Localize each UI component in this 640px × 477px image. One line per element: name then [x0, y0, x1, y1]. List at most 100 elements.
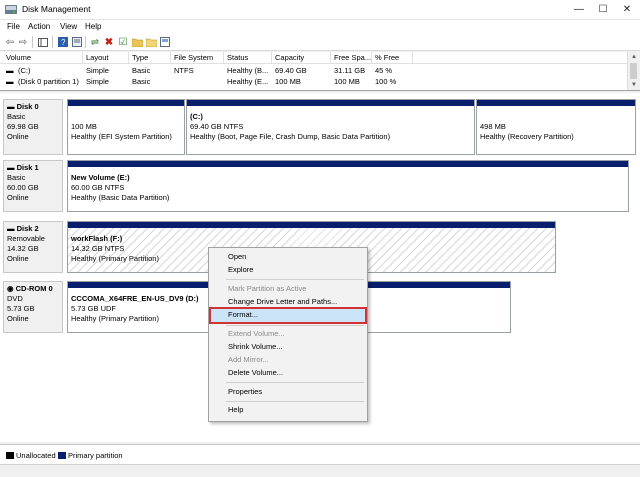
- partition-recovery[interactable]: 498 MB Healthy (Recovery Partition): [476, 99, 636, 155]
- partition-c[interactable]: (C:) 69.40 GB NTFS Healthy (Boot, Page F…: [186, 99, 475, 155]
- type-cell: Basic: [132, 77, 151, 86]
- volume-row[interactable]: ▬ (C:) Simple Basic NTFS Healthy (B... 6…: [0, 65, 628, 76]
- console-tree-icon[interactable]: [37, 36, 49, 48]
- check-icon[interactable]: ☑: [117, 36, 129, 48]
- partition-e[interactable]: New Volume (E:) 60.00 GB NTFS Healthy (B…: [67, 160, 629, 212]
- disk-1-label[interactable]: ▬ Disk 1 Basic 60.00 GB Online: [3, 160, 63, 212]
- menu-view[interactable]: View: [60, 22, 77, 31]
- show-icon[interactable]: [159, 36, 171, 48]
- menu-item-change-drive-letter[interactable]: Change Drive Letter and Paths...: [209, 296, 367, 308]
- disk-kind: Basic: [7, 173, 26, 182]
- percent-free-cell: 45 %: [375, 66, 393, 75]
- partition-efi[interactable]: 100 MB Healthy (EFI System Partition): [67, 99, 185, 155]
- column-header-type[interactable]: Type: [132, 53, 148, 62]
- menu-item-shrink-volume[interactable]: Shrink Volume...: [209, 341, 367, 353]
- file-system-cell: NTFS: [174, 66, 194, 75]
- volume-list: Volume Layout Type File System Status Ca…: [0, 52, 640, 91]
- menu-action[interactable]: Action: [28, 22, 50, 31]
- disk-state: Online: [7, 314, 29, 323]
- legend-primary-partition: Primary partition: [68, 451, 123, 460]
- toolbar: ⇦ ⇨ ? ⇌ ✖ ☑: [0, 34, 640, 51]
- menu-bar: File Action View Help: [0, 20, 640, 34]
- disk-size: 14.32 GB: [7, 244, 39, 253]
- disk-size: 60.00 GB: [7, 183, 39, 192]
- partition-info: CCCOMA_X64FRE_EN-US_DV9 (D:) 5.73 GB UDF…: [71, 294, 199, 324]
- toolbar-separator: [32, 36, 33, 48]
- column-header-volume[interactable]: Volume: [6, 53, 31, 62]
- menu-file[interactable]: File: [7, 22, 20, 31]
- volume-cell: (C:): [18, 66, 31, 75]
- help-icon[interactable]: ?: [57, 36, 69, 48]
- properties-icon[interactable]: [71, 36, 83, 48]
- cd-icon: ◉: [7, 284, 16, 293]
- disk-management-app-icon: [5, 5, 17, 14]
- menu-item-mark-active: Mark Partition as Active: [228, 284, 307, 293]
- cdrom-0-label[interactable]: ◉ CD-ROM 0 DVD 5.73 GB Online: [3, 281, 63, 333]
- column-header-file-system[interactable]: File System: [174, 53, 213, 62]
- close-button[interactable]: ✕: [615, 0, 639, 19]
- partition-name: CCCOMA_X64FRE_EN-US_DV9 (D:): [71, 294, 199, 303]
- partition-name: workFlash (F:): [71, 234, 123, 243]
- menu-help[interactable]: Help: [85, 22, 101, 31]
- disk-name: CD-ROM 0: [15, 284, 53, 293]
- volume-name-icon: ▬: [6, 77, 14, 86]
- volume-list-scrollbar[interactable]: ▲ ▼: [627, 52, 640, 90]
- menu-item-open[interactable]: Open: [209, 251, 367, 263]
- folder-icon[interactable]: [131, 36, 143, 48]
- partition-info: (C:) 69.40 GB NTFS Healthy (Boot, Page F…: [190, 112, 390, 142]
- disk-size: 69.98 GB: [7, 122, 39, 131]
- disk-icon: ▬: [7, 102, 17, 111]
- layout-cell: Simple: [86, 77, 109, 86]
- partition-detail: 498 MB: [480, 122, 506, 131]
- partition-status: Healthy (Recovery Partition): [480, 132, 574, 141]
- maximize-button[interactable]: ☐: [591, 0, 615, 19]
- column-header-capacity[interactable]: Capacity: [275, 53, 304, 62]
- partition-status: Healthy (EFI System Partition): [71, 132, 172, 141]
- legend: Unallocated Primary partition: [0, 444, 640, 465]
- partition-detail: 100 MB: [71, 122, 97, 131]
- partition-name: (C:): [190, 112, 203, 121]
- partition-info: New Volume (E:) 60.00 GB NTFS Healthy (B…: [71, 173, 169, 203]
- connect-icon[interactable]: ⇌: [89, 36, 101, 48]
- forward-icon[interactable]: ⇨: [17, 36, 29, 48]
- disk-icon: ▬: [7, 224, 17, 233]
- partition-name: New Volume (E:): [71, 173, 130, 182]
- status-bar: [0, 464, 640, 477]
- partition-detail: 5.73 GB UDF: [71, 304, 117, 313]
- partition-info: 498 MB Healthy (Recovery Partition): [480, 122, 574, 142]
- menu-item-delete-volume[interactable]: Delete Volume...: [209, 367, 367, 379]
- volume-name-icon: ▬: [6, 66, 14, 75]
- scroll-down-icon[interactable]: ▼: [628, 80, 640, 90]
- disk-0-label[interactable]: ▬ Disk 0 Basic 69.98 GB Online: [3, 99, 63, 155]
- status-cell: Healthy (B...: [227, 66, 269, 75]
- scroll-up-icon[interactable]: ▲: [628, 52, 640, 62]
- menu-item-explore[interactable]: Explore: [209, 264, 367, 276]
- menu-item-add-mirror: Add Mirror...: [228, 355, 269, 364]
- column-header-status[interactable]: Status: [227, 53, 248, 62]
- disk-size: 5.73 GB: [7, 304, 35, 313]
- partition-status: Healthy (Primary Partition): [71, 314, 159, 323]
- disk-kind: Basic: [7, 112, 26, 121]
- status-cell: Healthy (E...: [227, 77, 269, 86]
- menu-separator: [226, 401, 364, 402]
- column-header-percent-free[interactable]: % Free: [375, 53, 399, 62]
- partition-detail: 60.00 GB NTFS: [71, 183, 125, 192]
- partition-bar: [187, 100, 474, 106]
- delete-icon[interactable]: ✖: [103, 36, 115, 48]
- folder-open-icon[interactable]: [145, 36, 157, 48]
- menu-item-format[interactable]: Format...: [209, 307, 367, 324]
- back-icon[interactable]: ⇦: [4, 36, 16, 48]
- capacity-cell: 100 MB: [275, 77, 301, 86]
- column-header-free-space[interactable]: Free Spa...: [334, 53, 371, 62]
- minimize-button[interactable]: —: [567, 0, 591, 19]
- disk-2-label[interactable]: ▬ Disk 2 Removable 14.32 GB Online: [3, 221, 63, 273]
- free-space-cell: 31.11 GB: [334, 66, 366, 75]
- svg-text:?: ?: [61, 38, 66, 47]
- menu-item-help[interactable]: Help: [209, 404, 367, 416]
- volume-row[interactable]: ▬ (Disk 0 partition 1) Simple Basic Heal…: [0, 76, 628, 87]
- context-menu: Open Explore Mark Partition as Active Ch…: [208, 247, 368, 422]
- column-header-layout[interactable]: Layout: [86, 53, 109, 62]
- disk-kind: Removable: [7, 234, 45, 243]
- menu-item-properties[interactable]: Properties: [209, 386, 367, 398]
- scroll-thumb[interactable]: [630, 63, 637, 79]
